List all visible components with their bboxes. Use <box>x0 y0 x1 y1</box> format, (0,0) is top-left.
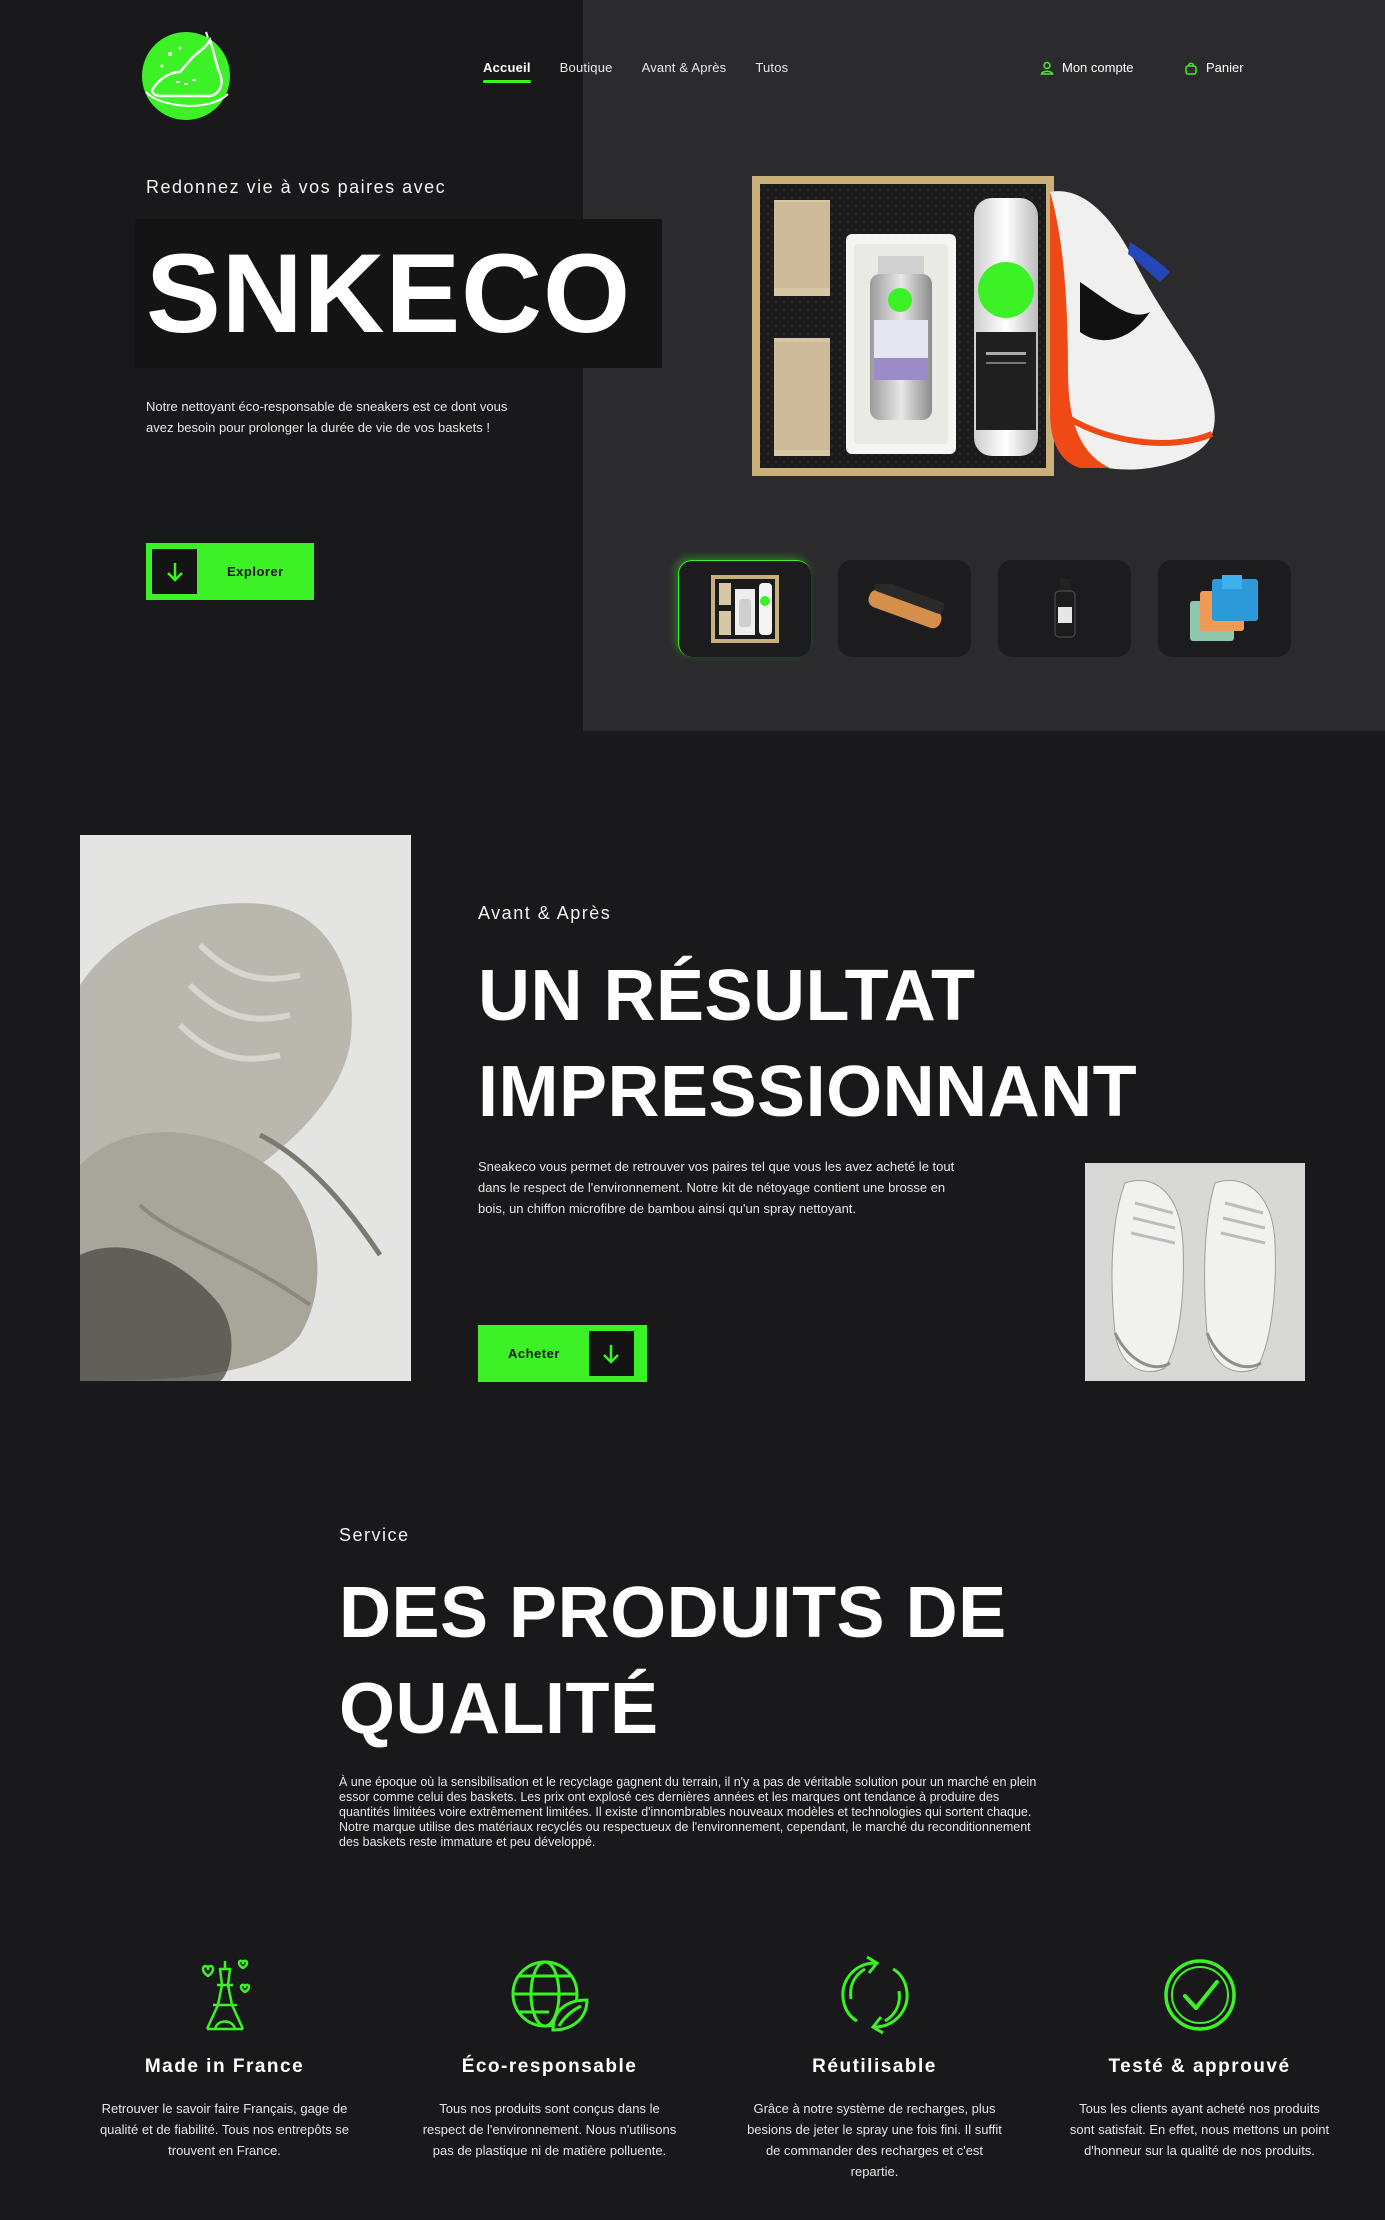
service-title-line1: DES PRODUITS DE <box>339 1573 1007 1653</box>
before-after-description: Sneakeco vous permet de retrouver vos pa… <box>478 1159 955 1216</box>
check-circle-icon <box>1163 1955 1237 2035</box>
thumbnail-spray-bottle[interactable] <box>998 560 1131 657</box>
account-label: Mon compte <box>1062 60 1134 75</box>
hero-kicker: Redonnez vie à vos paires avec <box>146 177 447 197</box>
eiffel-tower-icon <box>197 1955 253 2035</box>
features-row: Made in France Retrouver le savoir faire… <box>62 1955 1362 2182</box>
arrow-down-icon <box>588 1331 634 1376</box>
before-sneakers-photo <box>80 835 411 1381</box>
feature-text: Retrouver le savoir faire Français, gage… <box>99 2101 350 2158</box>
feature-text: Tous nos produits sont conçus dans le re… <box>422 2101 677 2158</box>
before-after-title: UN RÉSULTAT IMPRESSIONNANT <box>478 948 1137 1140</box>
feature-eco-responsable: Éco-responsable Tous nos produits sont c… <box>387 1955 712 2182</box>
kit-box-image <box>711 575 779 643</box>
thumbnail-kit-box[interactable] <box>678 560 811 657</box>
brand-logo[interactable] <box>140 28 232 120</box>
feature-title: Testé & approuvé <box>1108 2056 1291 2077</box>
basket-icon <box>1185 62 1197 75</box>
service-kicker: Service <box>339 1525 410 1545</box>
after-sneakers-photo <box>1085 1163 1305 1381</box>
service-title: DES PRODUITS DE QUALITÉ <box>339 1565 1059 1757</box>
nav-item-accueil[interactable]: Accueil <box>483 60 531 83</box>
cart-label: Panier <box>1206 60 1244 75</box>
explorer-button-label: Explorer <box>227 564 284 579</box>
main-nav: Accueil Boutique Avant & Après Tutos <box>483 60 788 83</box>
user-icon <box>1040 61 1054 75</box>
feature-title: Made in France <box>144 2056 305 2077</box>
microfiber-cloths-image <box>1189 574 1258 641</box>
nav-item-avant-apres[interactable]: Avant & Après <box>642 60 727 83</box>
product-kit-image <box>752 176 1215 476</box>
feature-title: Éco-responsable <box>461 2056 638 2077</box>
before-after-title-line2: IMPRESSIONNANT <box>478 1052 1138 1132</box>
hero-description: Notre nettoyant éco-responsable de sneak… <box>146 399 508 435</box>
feature-text: Grâce à notre système de recharges, plus… <box>747 2101 1002 2179</box>
acheter-button[interactable]: Acheter <box>478 1325 647 1382</box>
service-description: À une époque où la sensibilisation et le… <box>339 1775 1037 1849</box>
explorer-button[interactable]: Explorer <box>146 543 314 600</box>
service-title-line2: QUALITÉ <box>339 1669 659 1749</box>
spray-bottle-image <box>1054 578 1075 637</box>
product-thumbnails <box>678 560 1291 657</box>
hero-title: SNKECO <box>146 231 632 356</box>
thumbnail-wooden-brush[interactable] <box>838 560 971 657</box>
nav-item-tutos[interactable]: Tutos <box>755 60 788 83</box>
nav-item-boutique[interactable]: Boutique <box>560 60 613 83</box>
eco-globe-icon <box>509 1955 591 2035</box>
before-after-kicker: Avant & Après <box>478 903 612 923</box>
feature-title: Réutilisable <box>812 2056 937 2077</box>
acheter-button-label: Acheter <box>508 1346 560 1361</box>
recycle-icon <box>835 1955 915 2035</box>
feature-reutilisable: Réutilisable Grâce à notre système de re… <box>712 1955 1037 2182</box>
feature-made-in-france: Made in France Retrouver le savoir faire… <box>62 1955 387 2182</box>
account-link[interactable]: Mon compte <box>1040 60 1134 75</box>
thumbnail-microfiber-cloths[interactable] <box>1158 560 1291 657</box>
feature-teste-approuve: Testé & approuvé Tous les clients ayant … <box>1037 1955 1362 2182</box>
wooden-brush-image <box>867 583 944 628</box>
feature-text: Tous les clients ayant acheté nos produi… <box>1069 2101 1330 2158</box>
cart-link[interactable]: Panier <box>1184 60 1244 75</box>
arrow-down-icon <box>152 549 197 594</box>
before-after-title-line1: UN RÉSULTAT <box>478 956 976 1036</box>
